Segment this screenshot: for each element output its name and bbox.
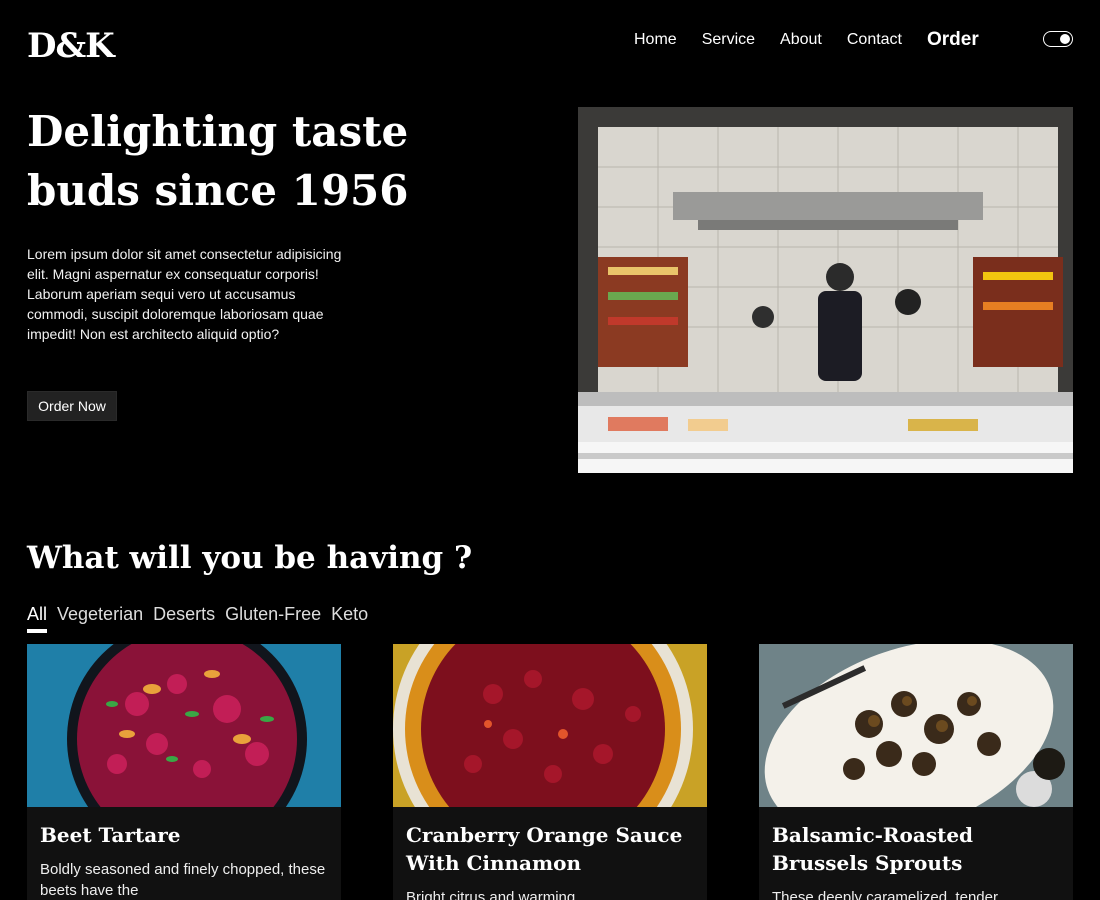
hero-description: Lorem ipsum dolor sit amet consectetur a… — [27, 246, 342, 342]
card-title: Cranberry Orange Sauce With Cinnamon — [406, 823, 683, 875]
nav-order[interactable]: Order — [927, 29, 979, 51]
menu-section-title: What will you be having ? — [27, 540, 473, 576]
card-description: Bright citrus and warming — [406, 889, 576, 900]
filter-vegetarian[interactable]: Vegeterian — [57, 604, 143, 631]
hero-title: Delighting taste buds since 1956 — [27, 107, 409, 215]
nav-about[interactable]: About — [780, 31, 822, 49]
main-nav: Home Service About Contact Order — [634, 29, 979, 51]
kitchen-illustration — [578, 107, 1073, 473]
card-image-cranberry-sauce — [393, 644, 707, 807]
filter-deserts[interactable]: Deserts — [153, 604, 215, 631]
card-image-brussels-sprouts — [759, 644, 1073, 807]
logo[interactable]: D&K — [27, 26, 115, 66]
card-description: These deeply caramelized, tender — [772, 889, 998, 900]
menu-card[interactable]: Balsamic-Roasted Brussels Sprouts These … — [759, 644, 1073, 900]
nav-home[interactable]: Home — [634, 31, 677, 49]
nav-service[interactable]: Service — [702, 31, 755, 49]
toggle-knob — [1060, 34, 1070, 44]
theme-toggle[interactable] — [1043, 31, 1073, 47]
card-title: Beet Tartare — [40, 823, 181, 847]
filter-gluten-free[interactable]: Gluten-Free — [225, 604, 321, 631]
order-now-button[interactable]: Order Now — [27, 391, 117, 421]
card-image-beet-tartare — [27, 644, 341, 807]
hero-image-kitchen — [578, 107, 1073, 473]
card-description: Boldly seasoned and finely chopped, thes… — [40, 861, 326, 899]
filter-keto[interactable]: Keto — [331, 604, 368, 631]
nav-contact[interactable]: Contact — [847, 31, 902, 49]
menu-card[interactable]: Cranberry Orange Sauce With Cinnamon Bri… — [393, 644, 707, 900]
menu-card[interactable]: Beet Tartare Boldly seasoned and finely … — [27, 644, 341, 900]
card-title: Balsamic-Roasted Brussels Sprouts — [772, 823, 974, 875]
category-filters: All Vegeterian Deserts Gluten-Free Keto — [27, 604, 378, 633]
filter-all[interactable]: All — [27, 604, 48, 633]
